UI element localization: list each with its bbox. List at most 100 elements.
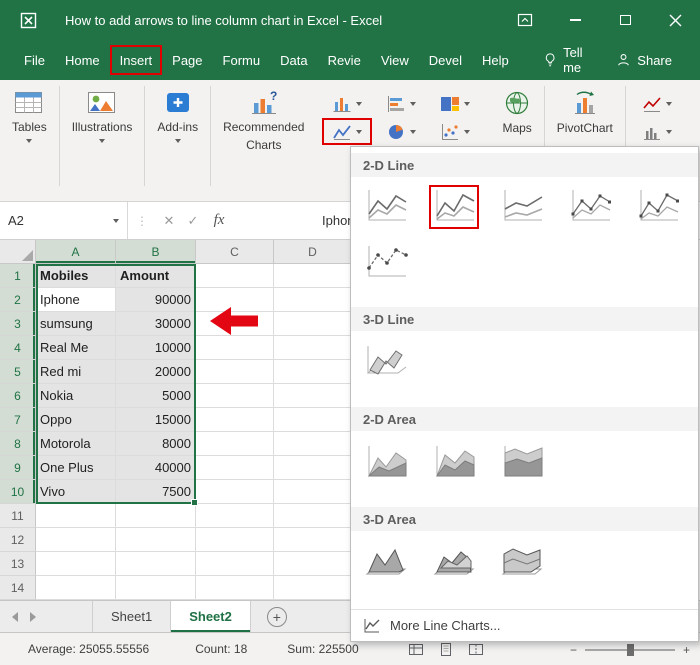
- cell-D2[interactable]: [274, 288, 352, 312]
- cell-B1[interactable]: Amount: [116, 264, 196, 288]
- tab-review[interactable]: Revie: [318, 40, 371, 80]
- cell-C13[interactable]: [196, 552, 274, 576]
- stacked-area-option[interactable]: [429, 441, 479, 485]
- cell-D11[interactable]: [274, 504, 352, 528]
- ribbon-display-options-button[interactable]: [500, 0, 550, 40]
- cell-A12[interactable]: [36, 528, 116, 552]
- sheet-tab-sheet2[interactable]: Sheet2: [171, 601, 251, 632]
- insert-pie-chart-button[interactable]: [376, 118, 426, 145]
- insert-sparkline-button[interactable]: [632, 90, 682, 117]
- cell-A11[interactable]: [36, 504, 116, 528]
- cell-D4[interactable]: [274, 336, 352, 360]
- row-header-9[interactable]: 9: [0, 456, 36, 480]
- insert-line-chart-button[interactable]: [322, 118, 373, 145]
- area-option[interactable]: [361, 441, 411, 485]
- insert-scatter-chart-button[interactable]: [430, 118, 480, 145]
- cell-D8[interactable]: [274, 432, 352, 456]
- close-button[interactable]: [650, 0, 700, 40]
- new-sheet-button[interactable]: +: [266, 606, 287, 627]
- cell-A9[interactable]: One Plus: [36, 456, 116, 480]
- row-header-12[interactable]: 12: [0, 528, 36, 552]
- cell-C1[interactable]: [196, 264, 274, 288]
- insert-column-chart-button[interactable]: [322, 90, 372, 117]
- zoom-slider[interactable]: [584, 643, 675, 656]
- line-option[interactable]: [361, 185, 411, 229]
- cell-D1[interactable]: [274, 264, 352, 288]
- sheet-nav-right-icon[interactable]: [30, 611, 36, 622]
- row-header-10[interactable]: 10: [0, 480, 36, 504]
- recommended-charts-button[interactable]: ? Recommended Charts: [219, 88, 308, 154]
- zoom-out-button[interactable]: −: [570, 643, 577, 657]
- maps-button[interactable]: Maps: [498, 88, 535, 137]
- addins-button[interactable]: Add-ins: [153, 88, 202, 145]
- cell-A5[interactable]: Red mi: [36, 360, 116, 384]
- tab-developer[interactable]: Devel: [419, 40, 472, 80]
- stacked-line-with-markers-option[interactable]: [633, 185, 683, 229]
- formula-bar-drag-handle[interactable]: ⋮: [136, 214, 149, 228]
- cell-D6[interactable]: [274, 384, 352, 408]
- tab-home[interactable]: Home: [55, 40, 110, 80]
- column-header-C[interactable]: C: [196, 240, 274, 264]
- cell-B6[interactable]: 5000: [116, 384, 196, 408]
- cell-D13[interactable]: [274, 552, 352, 576]
- more-line-charts-item[interactable]: More Line Charts...: [351, 609, 698, 641]
- tab-data[interactable]: Data: [270, 40, 317, 80]
- cell-C6[interactable]: [196, 384, 274, 408]
- stacked-line-100-option[interactable]: [497, 185, 547, 229]
- cell-A10[interactable]: Vivo: [36, 480, 116, 504]
- cell-A14[interactable]: [36, 576, 116, 600]
- cell-B8[interactable]: 8000: [116, 432, 196, 456]
- row-header-1[interactable]: 1: [0, 264, 36, 288]
- illustrations-button[interactable]: Illustrations: [68, 88, 137, 145]
- cell-D3[interactable]: [274, 312, 352, 336]
- cell-B12[interactable]: [116, 528, 196, 552]
- cell-B9[interactable]: 40000: [116, 456, 196, 480]
- insert-sparkline-2-button[interactable]: [632, 118, 682, 145]
- name-box[interactable]: A2: [0, 202, 128, 239]
- row-header-4[interactable]: 4: [0, 336, 36, 360]
- maximize-button[interactable]: [600, 0, 650, 40]
- cell-A6[interactable]: Nokia: [36, 384, 116, 408]
- cell-A3[interactable]: sumsung: [36, 312, 116, 336]
- cell-C11[interactable]: [196, 504, 274, 528]
- cell-D14[interactable]: [274, 576, 352, 600]
- column-header-D[interactable]: D: [274, 240, 352, 264]
- cell-D7[interactable]: [274, 408, 352, 432]
- cell-B3[interactable]: 30000: [116, 312, 196, 336]
- row-header-5[interactable]: 5: [0, 360, 36, 384]
- cell-D12[interactable]: [274, 528, 352, 552]
- cell-A8[interactable]: Motorola: [36, 432, 116, 456]
- cell-A13[interactable]: [36, 552, 116, 576]
- cell-D9[interactable]: [274, 456, 352, 480]
- cell-B5[interactable]: 20000: [116, 360, 196, 384]
- cell-C14[interactable]: [196, 576, 274, 600]
- enter-button[interactable]: ✓: [181, 213, 205, 229]
- cell-C5[interactable]: [196, 360, 274, 384]
- stacked-line-option[interactable]: [429, 185, 479, 229]
- cell-C4[interactable]: [196, 336, 274, 360]
- line-with-markers-option[interactable]: [565, 185, 615, 229]
- cell-B13[interactable]: [116, 552, 196, 576]
- 3d-stacked-area-100-option[interactable]: [497, 539, 547, 583]
- column-header-B[interactable]: B: [116, 240, 196, 264]
- cell-B14[interactable]: [116, 576, 196, 600]
- cell-A4[interactable]: Real Me: [36, 336, 116, 360]
- cell-C12[interactable]: [196, 528, 274, 552]
- cell-B10[interactable]: 7500: [116, 480, 196, 504]
- selection-fill-handle[interactable]: [191, 499, 198, 506]
- cell-C8[interactable]: [196, 432, 274, 456]
- zoom-in-button[interactable]: +: [683, 643, 690, 657]
- row-header-2[interactable]: 2: [0, 288, 36, 312]
- sheet-nav-left-icon[interactable]: [12, 611, 18, 622]
- row-header-3[interactable]: 3: [0, 312, 36, 336]
- tables-button[interactable]: Tables: [8, 88, 51, 145]
- row-header-14[interactable]: 14: [0, 576, 36, 600]
- 3d-stacked-area-option[interactable]: [429, 539, 479, 583]
- cell-D5[interactable]: [274, 360, 352, 384]
- cell-B11[interactable]: [116, 504, 196, 528]
- page-layout-view-icon[interactable]: [438, 642, 454, 657]
- insert-bar-chart-button[interactable]: [376, 90, 426, 117]
- cancel-button[interactable]: ✕: [157, 213, 181, 229]
- 3d-area-option[interactable]: [361, 539, 411, 583]
- share-button[interactable]: Share: [610, 40, 678, 80]
